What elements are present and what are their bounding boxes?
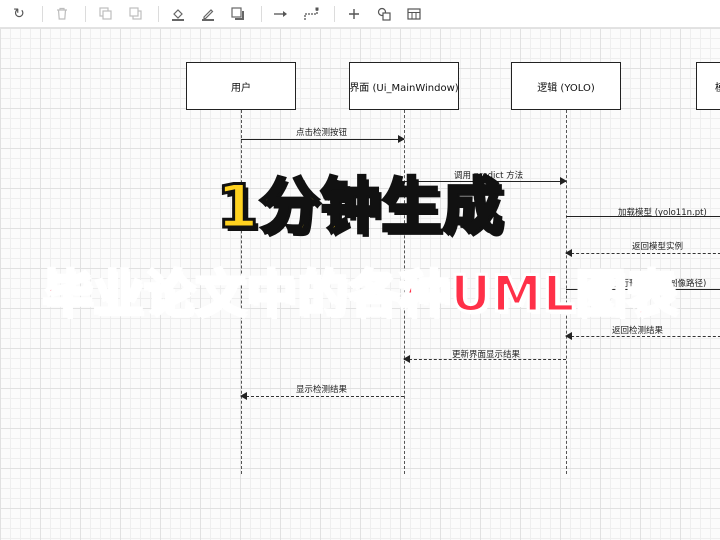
fill-color-icon[interactable] [165,2,191,26]
to-back-icon[interactable] [122,2,148,26]
redo-icon[interactable]: ↻ [6,2,32,26]
toolbar-divider [261,5,262,22]
participant-label: 用户 [231,82,251,94]
participant-ui[interactable]: 界面 (Ui_MainWindow) [349,62,459,110]
participant-label: 逻辑 (YOLO) [537,82,595,94]
line-color-icon[interactable] [195,2,221,26]
participant-label: 模 [715,79,720,94]
table-icon[interactable] [401,2,427,26]
trash-icon[interactable] [49,2,75,26]
message-label: 显示检测结果 [296,385,348,395]
participant-logic[interactable]: 逻辑 (YOLO) [511,62,621,110]
toolbar-divider [334,5,335,22]
insert-icon[interactable] [341,2,367,26]
shadow-icon[interactable] [225,2,251,26]
toolbar-divider [85,5,86,22]
waypoints-icon[interactable] [298,2,324,26]
shapes-icon[interactable] [371,2,397,26]
participant-label: 界面 (Ui_MainWindow) [349,82,459,94]
message-label: 点击检测按钮 [296,128,348,138]
toolbar: ↻ [0,0,720,28]
toolbar-divider [158,5,159,22]
participant-model[interactable]: 模 [696,62,720,110]
overlay-title-secondary: 毕业论文中的各种UML图表 [41,264,678,325]
toolbar-divider [42,5,43,22]
to-front-icon[interactable] [92,2,118,26]
message-label: 更新界面显示结果 [452,350,521,360]
overlay-title-primary: 1分钟生成 [215,171,504,244]
participant-user[interactable]: 用户 [186,62,296,110]
connection-icon[interactable] [268,2,294,26]
